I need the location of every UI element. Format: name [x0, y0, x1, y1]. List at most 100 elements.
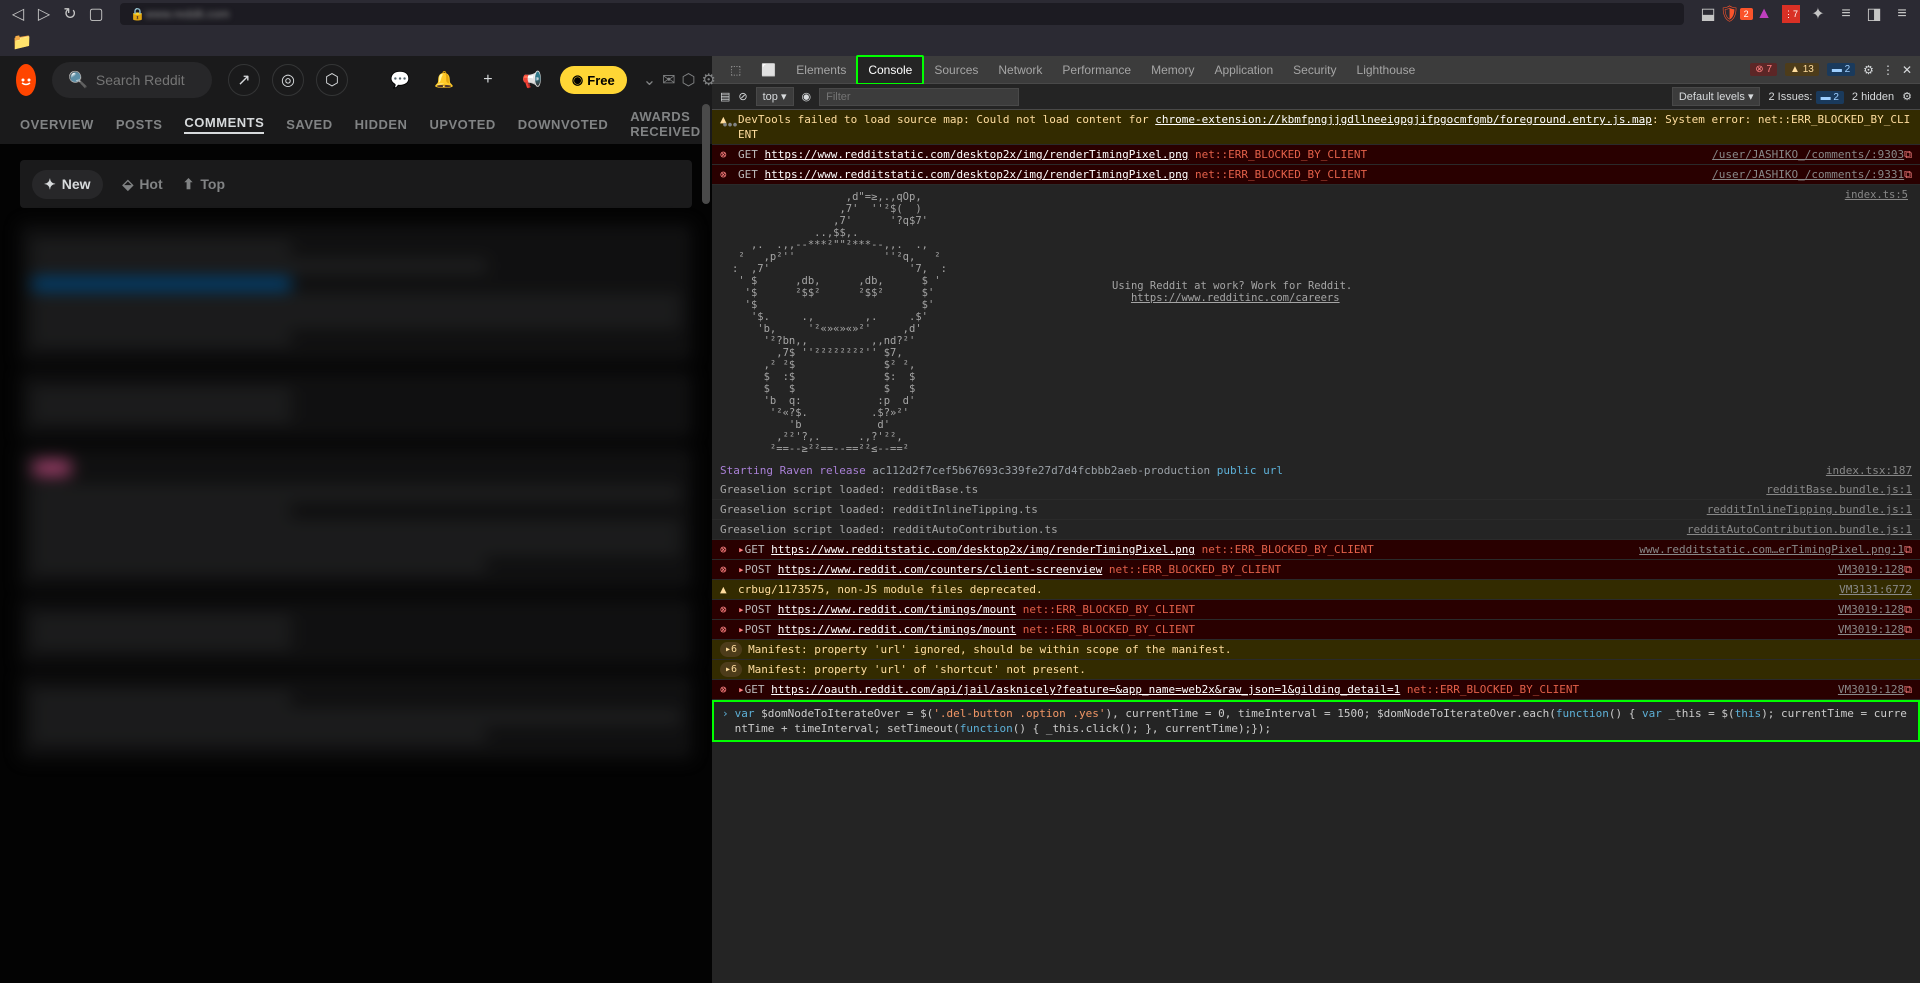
sidebar-icon[interactable]: ◨: [1864, 4, 1884, 24]
inspect-icon[interactable]: ⬚: [720, 57, 751, 83]
mail-icon[interactable]: ✉: [662, 70, 675, 90]
gear-icon[interactable]: ⚙: [1863, 63, 1874, 77]
bookmarks-bar: 📁: [0, 28, 1920, 56]
moderation-icon[interactable]: ⬡: [682, 70, 696, 90]
kebab-icon[interactable]: ⋮: [1882, 63, 1894, 77]
tab-more[interactable]: •••: [723, 117, 738, 132]
tab-comments[interactable]: COMMENTS: [184, 115, 264, 134]
tab-application[interactable]: Application: [1204, 57, 1283, 83]
device-icon[interactable]: ⬜: [751, 57, 786, 83]
fire-icon: ⬙: [123, 176, 134, 193]
filter-input[interactable]: [819, 88, 1019, 106]
tab-network[interactable]: Network: [988, 57, 1052, 83]
reddit-page: 🔍 ↗ ◎ ⬡ 💬 🔔 + 📢 ◉ Free ⌄ ✉ ⬡ ⚙: [0, 56, 712, 983]
menu-icon[interactable]: ≡: [1892, 4, 1912, 24]
profile-tabs: OVERVIEW POSTS COMMENTS SAVED HIDDEN UPV…: [0, 104, 712, 144]
tab-lighthouse[interactable]: Lighthouse: [1347, 57, 1426, 83]
devtools: ⬚ ⬜ Elements Console Sources Network Per…: [712, 56, 1920, 983]
levels-dropdown[interactable]: Default levels ▾: [1672, 87, 1761, 106]
tab-sources[interactable]: Sources: [924, 57, 988, 83]
coin-icon[interactable]: ◎: [272, 64, 304, 96]
search-icon: 🔍: [68, 70, 88, 90]
tab-saved[interactable]: SAVED: [286, 117, 332, 132]
chat-icon[interactable]: 💬: [384, 64, 416, 96]
rewards-icon[interactable]: ▲: [1754, 4, 1774, 24]
log-info[interactable]: Greaselion script loaded: redditInlineTi…: [712, 500, 1920, 520]
shield-talk-icon[interactable]: ⬡: [316, 64, 348, 96]
notifications-icon[interactable]: 🔔: [428, 64, 460, 96]
log-error[interactable]: ⊗▸GET https://www.redditstatic.com/deskt…: [712, 540, 1920, 560]
user-dropdown-icon[interactable]: ⌄: [643, 70, 656, 90]
top-icon: ⬆: [183, 176, 195, 193]
context-dropdown[interactable]: top ▾: [756, 87, 794, 106]
tab-awards[interactable]: AWARDS RECEIVED: [630, 109, 700, 139]
issues-label[interactable]: 2 Issues: ▬ 2: [1768, 91, 1843, 103]
ascii-art-log: index.ts:5 ,d"=≥,.,qOp, ,7' ''²$( ) ,7' …: [712, 185, 1920, 461]
browser-toolbar: ◁ ▷ ↻ ▢ 🔒 www.reddit.com ⬓ 🛡2 ▲ ⋮7 ✦ ≡ ◨…: [0, 0, 1920, 28]
tab-posts[interactable]: POSTS: [116, 117, 163, 132]
tab-downvoted[interactable]: DOWNVOTED: [518, 117, 608, 132]
log-error[interactable]: ⊗▸POST https://www.reddit.com/counters/c…: [712, 560, 1920, 580]
forward-button[interactable]: ▷: [34, 4, 54, 24]
tab-hidden[interactable]: HIDDEN: [355, 117, 408, 132]
log-info[interactable]: Greaselion script loaded: redditBase.tsr…: [712, 480, 1920, 500]
search-box[interactable]: 🔍: [52, 62, 212, 98]
popular-icon[interactable]: ↗: [228, 64, 260, 96]
back-button[interactable]: ◁: [8, 4, 28, 24]
extension-icon[interactable]: ⋮7: [1782, 5, 1800, 23]
comments-list-blurred: [20, 224, 692, 759]
address-bar[interactable]: 🔒 www.reddit.com: [120, 3, 1684, 25]
settings-icon[interactable]: ⚙: [702, 70, 716, 90]
shield-icon[interactable]: 🛡2: [1726, 4, 1746, 24]
sort-top[interactable]: ⬆Top: [183, 176, 225, 193]
sort-new[interactable]: ✦New: [32, 170, 103, 199]
log-raven[interactable]: Starting Raven release ac112d2f7cef5b676…: [712, 461, 1920, 480]
playlist-icon[interactable]: ≡: [1836, 4, 1856, 24]
tab-overview[interactable]: OVERVIEW: [20, 117, 94, 132]
eye-icon[interactable]: ◉: [802, 90, 812, 103]
tab-upvoted[interactable]: UPVOTED: [429, 117, 495, 132]
tab-performance[interactable]: Performance: [1052, 57, 1141, 83]
folder-icon[interactable]: 📁: [12, 32, 32, 52]
close-icon[interactable]: ✕: [1902, 63, 1912, 77]
sort-hot[interactable]: ⬙Hot: [123, 176, 163, 193]
browser-chrome: ◁ ▷ ↻ ▢ 🔒 www.reddit.com ⬓ 🛡2 ▲ ⋮7 ✦ ≡ ◨…: [0, 0, 1920, 56]
sparkle-icon: ✦: [44, 176, 56, 193]
advertise-icon[interactable]: 📢: [516, 64, 548, 96]
tab-memory[interactable]: Memory: [1141, 57, 1204, 83]
log-error[interactable]: ⊗▸POST https://www.reddit.com/timings/mo…: [712, 600, 1920, 620]
reddit-header: 🔍 ↗ ◎ ⬡ 💬 🔔 + 📢 ◉ Free ⌄ ✉ ⬡ ⚙: [0, 56, 712, 104]
log-warning[interactable]: ▲DevTools failed to load source map: Cou…: [712, 110, 1920, 145]
create-post-icon[interactable]: +: [472, 64, 504, 96]
error-count-badge[interactable]: ⊗ 7: [1750, 63, 1777, 76]
console-filter-bar: ▤ ⊘ top ▾ ◉ Default levels ▾ 2 Issues: ▬…: [712, 84, 1920, 110]
log-warning[interactable]: ▸6Manifest: property 'url' of 'shortcut'…: [712, 660, 1920, 680]
log-warning[interactable]: ▸6Manifest: property 'url' ignored, shou…: [712, 640, 1920, 660]
log-info[interactable]: Greaselion script loaded: redditAutoCont…: [712, 520, 1920, 540]
tab-security[interactable]: Security: [1283, 57, 1346, 83]
console-input[interactable]: ›var $domNodeToIterateOver = $('.del-but…: [712, 700, 1920, 742]
reddit-logo[interactable]: [16, 64, 36, 96]
reload-button[interactable]: ↻: [60, 4, 80, 24]
devtools-tabs: ⬚ ⬜ Elements Console Sources Network Per…: [712, 56, 1920, 84]
scrollbar[interactable]: [702, 104, 710, 204]
sidebar-toggle-icon[interactable]: ▤: [720, 90, 730, 103]
gear-icon2[interactable]: ⚙: [1902, 90, 1912, 103]
msg-count-badge[interactable]: ▬ 2: [1827, 63, 1855, 76]
bookmark-button[interactable]: ▢: [86, 4, 106, 24]
tab-console[interactable]: Console: [856, 55, 924, 85]
tab-elements[interactable]: Elements: [786, 57, 856, 83]
log-error[interactable]: ⊗GET https://www.redditstatic.com/deskto…: [712, 165, 1920, 185]
log-error[interactable]: ⊗GET https://www.redditstatic.com/deskto…: [712, 145, 1920, 165]
hidden-label[interactable]: 2 hidden: [1852, 91, 1894, 103]
warn-count-badge[interactable]: ▲ 13: [1785, 63, 1819, 76]
log-warning[interactable]: ▲crbug/1173575, non-JS module files depr…: [712, 580, 1920, 600]
search-input[interactable]: [96, 72, 196, 88]
free-button[interactable]: ◉ Free: [560, 66, 627, 94]
log-error[interactable]: ⊗▸GET https://oauth.reddit.com/api/jail/…: [712, 680, 1920, 700]
puzzle-icon[interactable]: ✦: [1808, 4, 1828, 24]
log-error[interactable]: ⊗▸POST https://www.reddit.com/timings/mo…: [712, 620, 1920, 640]
console-output: ▲DevTools failed to load source map: Cou…: [712, 110, 1920, 983]
download-icon[interactable]: ⬓: [1698, 4, 1718, 24]
clear-console-icon[interactable]: ⊘: [738, 90, 747, 103]
